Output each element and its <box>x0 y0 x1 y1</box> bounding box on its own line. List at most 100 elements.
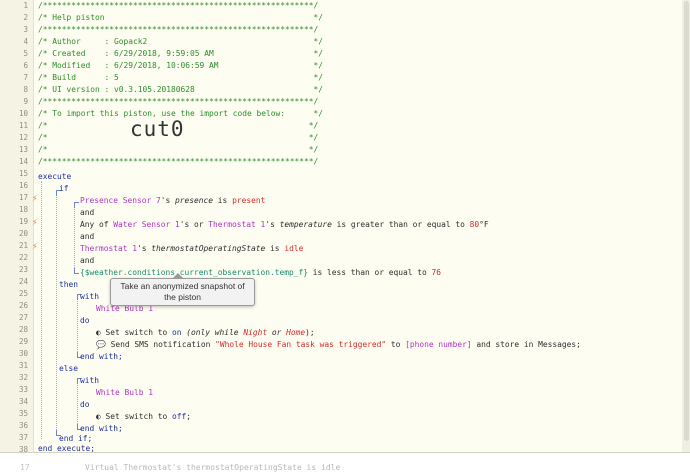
line-number: 3 <box>23 25 28 34</box>
line-number: 8 <box>23 85 28 94</box>
line-number: 17 <box>18 193 28 202</box>
condition-temperature[interactable]: Any of Water Sensor 1's or Thermostat 1'… <box>80 219 489 231</box>
line-number: 29 <box>18 337 28 346</box>
action-set-switch-on[interactable]: ◐ Set switch to on (only while Night or … <box>96 327 315 339</box>
condition-value: idle <box>284 244 304 253</box>
condition-value: present <box>232 196 266 205</box>
mode-name: Home <box>286 328 306 337</box>
then-keyword[interactable]: then <box>59 279 78 291</box>
trigger-bolt-icon: ⚡ <box>32 242 38 252</box>
line-number: 17 <box>20 463 30 472</box>
device-name: Thermostat 1 <box>208 220 266 229</box>
toggle-icon: ◐ <box>96 328 106 337</box>
line-number: 37 <box>18 433 28 442</box>
if-keyword[interactable]: if <box>59 183 69 195</box>
action-text: (only while <box>181 328 244 337</box>
comment-line: /* */ <box>38 145 319 154</box>
line-number: 11 <box>18 121 28 130</box>
comment-line: /* Build : 5 */ <box>38 73 324 82</box>
conditions-bracket-end <box>74 268 79 274</box>
line-number: 18 <box>18 205 28 214</box>
device-name: Thermostat 1 <box>80 244 138 253</box>
trigger-bolt-icon: ⚡ <box>32 194 38 204</box>
action-send-sms[interactable]: 💬 Send SMS notification "Whole House Fan… <box>96 339 581 351</box>
with-device[interactable]: White Bulb 1 <box>96 387 153 399</box>
do-keyword[interactable]: do <box>80 399 90 411</box>
comment-line: /* Help piston */ <box>38 13 324 22</box>
comment-line: /***************************************… <box>38 97 319 106</box>
with2-rail <box>77 381 78 428</box>
import-code[interactable]: cut0 <box>130 117 185 141</box>
line-number: 25 <box>18 289 28 298</box>
action-text: Set switch to <box>105 328 173 337</box>
line-number: 12 <box>18 133 28 142</box>
sms-icon: 💬 <box>96 340 111 349</box>
attribute-name: thermostatOperatingState <box>151 244 266 253</box>
operator-text: is less than or equal to <box>308 268 432 277</box>
line-number: 22 <box>18 253 28 262</box>
phone-number: [phone number] <box>405 340 472 349</box>
comment-line: /***************************************… <box>38 157 319 166</box>
execute-rail <box>41 181 42 439</box>
action-text: ); <box>305 328 315 337</box>
message-text: "Whole House Fan task was triggered" <box>215 340 387 349</box>
ghost-code-line: Virtual Thermostat's thermostatOperating… <box>85 463 341 472</box>
line-number: 19 <box>18 217 28 226</box>
line-number: 16 <box>18 181 28 190</box>
line-number: 15 <box>18 169 28 178</box>
line-number: 14 <box>18 157 28 166</box>
operator-text: is <box>265 244 285 253</box>
if-rail <box>56 193 57 434</box>
scrollbar-thumb[interactable] <box>684 1 689 441</box>
attribute-name: temperature <box>279 220 332 229</box>
logical-and: and <box>80 232 95 241</box>
condition-value: 80 <box>469 220 480 229</box>
action-set-switch-off[interactable]: ◐ Set switch to off; <box>96 411 191 423</box>
action-text: to <box>386 340 406 349</box>
line-number: 21 <box>18 241 28 250</box>
condition-thermostat-state[interactable]: Thermostat 1's thermostatOperatingState … <box>80 243 303 255</box>
line-number: 34 <box>18 397 28 406</box>
vertical-scrollbar[interactable] <box>682 0 690 452</box>
comment-line: /***************************************… <box>38 1 319 10</box>
operator-text: is <box>213 196 233 205</box>
condition-text: Any of <box>80 220 114 229</box>
with-keyword[interactable]: with <box>80 291 99 303</box>
action-text: and store in Messages; <box>471 340 581 349</box>
line-number: 28 <box>18 325 28 334</box>
comment-line: /* Author : Gopack2 */ <box>38 37 324 46</box>
line-number: 36 <box>18 421 28 430</box>
line-number: 24 <box>18 277 28 286</box>
line-number: 26 <box>18 301 28 310</box>
line-number: 23 <box>18 265 28 274</box>
device-name: Presence Sensor 7 <box>80 196 161 205</box>
comment-line: /* UI version : v0.3.105.20180628 */ <box>38 85 324 94</box>
unit-text: °F <box>479 220 489 229</box>
comment-line: /* Modified : 6/29/2018, 10:06:59 AM */ <box>38 61 324 70</box>
execute-keyword[interactable]: execute <box>38 171 71 183</box>
line-number: 20 <box>18 229 28 238</box>
with-keyword[interactable]: with <box>80 375 99 387</box>
logical-and: and <box>80 256 95 265</box>
action-text: ; <box>186 412 192 421</box>
line-number: 6 <box>23 61 28 70</box>
line-number: 4 <box>23 37 28 46</box>
condition-value: 76 <box>431 268 442 277</box>
comment-line: /* Created : 6/29/2018, 9:59:05 AM */ <box>38 49 324 58</box>
conditions-rail <box>74 205 75 274</box>
line-number: 35 <box>18 409 28 418</box>
condition-presence[interactable]: Presence Sensor 7's presence is present <box>80 195 265 207</box>
else-keyword[interactable]: else <box>59 363 78 375</box>
do-keyword[interactable]: do <box>80 315 90 327</box>
condition-text: 's or <box>179 220 209 229</box>
line-number: 32 <box>18 373 28 382</box>
line-number: 7 <box>23 73 28 82</box>
with1-rail <box>77 298 78 358</box>
trigger-bolt-icon: ⚡ <box>32 218 38 228</box>
line-number: 9 <box>23 97 28 106</box>
line-number: 30 <box>18 349 28 358</box>
line-number: 31 <box>18 361 28 370</box>
line-number: 13 <box>18 145 28 154</box>
toggle-icon: ◐ <box>96 412 106 421</box>
end-with-keyword[interactable]: end with; <box>80 351 123 363</box>
